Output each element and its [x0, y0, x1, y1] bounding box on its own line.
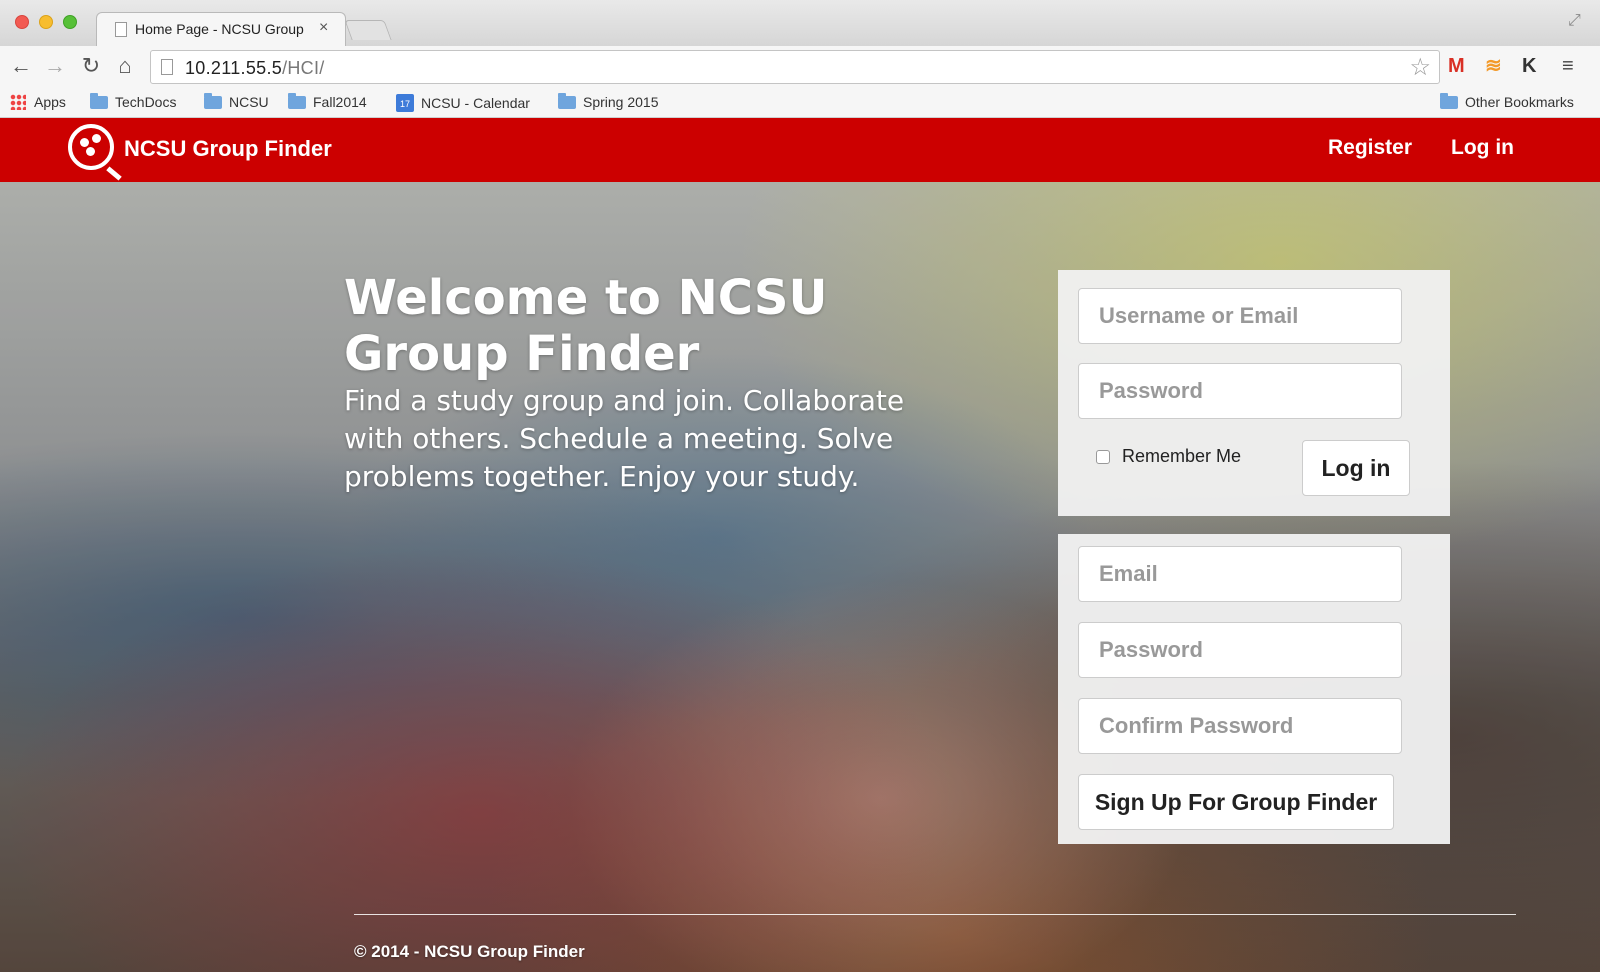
tab-title: Home Page - NCSU Group [135, 21, 304, 37]
login-button[interactable]: Log in [1302, 440, 1410, 496]
minimize-window-button[interactable] [39, 15, 53, 29]
people-icon [80, 134, 102, 160]
signup-form: Sign Up For Group Finder [1058, 534, 1450, 844]
close-window-button[interactable] [15, 15, 29, 29]
reload-icon[interactable]: ↻ [78, 54, 104, 78]
register-link[interactable]: Register [1328, 136, 1412, 160]
folder-icon [1440, 92, 1458, 109]
bookmark-other[interactable]: Other Bookmarks [1440, 92, 1574, 110]
forward-arrow-icon[interactable]: → [42, 54, 68, 78]
apps-grid-icon [10, 94, 26, 110]
signup-password-input[interactable] [1078, 622, 1402, 678]
url-text[interactable]: 10.211.55.5/HCI/ [185, 58, 325, 79]
rss-extension-icon[interactable]: ≋ [1485, 54, 1502, 78]
back-arrow-icon[interactable]: ← [8, 54, 34, 78]
email-input[interactable] [1078, 546, 1402, 602]
page-icon [161, 59, 173, 75]
bookmark-techdocs[interactable]: TechDocs [90, 92, 176, 110]
group-search-logo-icon[interactable] [68, 124, 114, 170]
folder-icon [90, 92, 108, 109]
login-link[interactable]: Log in [1451, 136, 1514, 160]
hero-section: Welcome to NCSU Group Finder Find a stud… [0, 182, 1600, 972]
remember-me-label: Remember Me [1122, 446, 1242, 466]
folder-icon [288, 92, 306, 109]
browser-toolbar: ← → ↻ ⌂ 10.211.55.5/HCI/ ☆ M ≋ K ≡ [0, 46, 1600, 88]
browser-tab-bar: Home Page - NCSU Group × ⤢ [0, 0, 1600, 46]
menu-icon[interactable]: ≡ [1562, 54, 1574, 78]
bookmarks-bar: Apps TechDocs NCSU Fall2014 17 NCSU - Cal… [0, 88, 1600, 118]
tab-close-icon[interactable]: × [319, 19, 328, 37]
gmail-extension-icon[interactable]: M [1448, 54, 1465, 78]
tagline: Find a study group and join. Collaborate… [344, 384, 905, 493]
calendar-icon: 17 [396, 94, 414, 112]
password-input[interactable] [1078, 363, 1402, 419]
address-bar[interactable]: 10.211.55.5/HCI/ ☆ [150, 50, 1440, 84]
welcome-heading: Welcome to NCSU Group Finder [344, 270, 828, 382]
bookmark-star-icon[interactable]: ☆ [1409, 53, 1431, 82]
zoom-window-button[interactable] [63, 15, 77, 29]
confirm-password-input[interactable] [1078, 698, 1402, 754]
signup-button[interactable]: Sign Up For Group Finder [1078, 774, 1394, 830]
folder-icon [204, 92, 222, 109]
k-extension-icon[interactable]: K [1522, 54, 1536, 78]
fullscreen-icon[interactable]: ⤢ [1568, 12, 1581, 30]
bookmark-apps[interactable]: Apps [10, 94, 66, 110]
copyright-text: © 2014 - NCSU Group Finder [354, 942, 585, 961]
username-input[interactable] [1078, 288, 1402, 344]
remember-me[interactable]: Remember Me [1096, 446, 1241, 467]
folder-icon [558, 92, 576, 109]
page-icon [115, 22, 127, 37]
site-header: NCSU Group Finder Register Log in [0, 118, 1600, 182]
login-form: Remember Me Log in [1058, 270, 1450, 516]
bookmark-ncsu[interactable]: NCSU [204, 92, 269, 110]
bookmark-ncsu-calendar[interactable]: 17 NCSU - Calendar [396, 94, 530, 112]
browser-tab[interactable]: Home Page - NCSU Group × [96, 12, 346, 46]
home-icon[interactable]: ⌂ [112, 54, 138, 78]
new-tab-button[interactable] [344, 20, 392, 40]
site-title[interactable]: NCSU Group Finder [124, 136, 332, 162]
bookmark-spring2015[interactable]: Spring 2015 [558, 92, 659, 110]
footer-divider [354, 914, 1516, 915]
remember-me-checkbox[interactable] [1096, 449, 1110, 464]
bookmark-fall2014[interactable]: Fall2014 [288, 92, 367, 110]
